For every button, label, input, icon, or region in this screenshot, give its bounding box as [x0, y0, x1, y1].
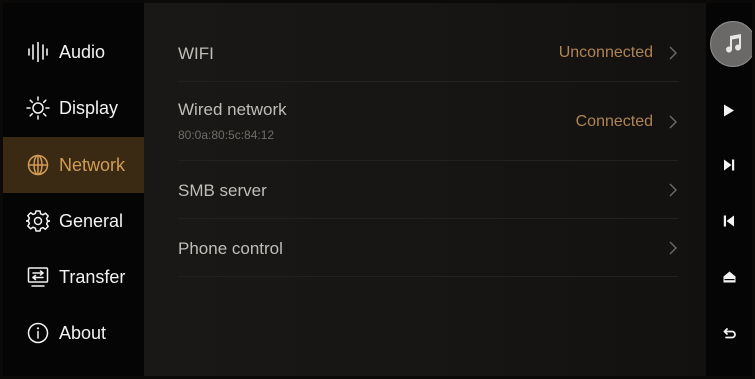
chevron-right-icon	[669, 46, 677, 60]
brightness-sun-icon	[26, 96, 50, 120]
wifi-row[interactable]: WIFI Unconnected	[178, 23, 678, 82]
sidebar-item-network[interactable]: Network	[3, 137, 144, 193]
play-button[interactable]	[706, 98, 752, 122]
info-icon	[26, 321, 50, 345]
row-label: Phone control	[178, 239, 283, 258]
home-button[interactable]	[706, 265, 752, 289]
row-label: SMB server	[178, 181, 267, 200]
mac-address: 80:0a:80:5c:84:12	[178, 128, 275, 142]
smb-server-row[interactable]: SMB server	[178, 161, 678, 219]
playback-control-bar	[706, 3, 752, 376]
home-icon	[723, 271, 735, 283]
previous-track-button[interactable]	[706, 209, 752, 233]
next-track-button[interactable]	[706, 153, 752, 177]
sidebar: Audio Display Network General Transfer A…	[3, 3, 144, 376]
play-icon	[724, 104, 734, 116]
chevron-right-icon	[669, 115, 677, 129]
chevron-right-icon	[669, 183, 677, 197]
row-label: WIFI	[178, 44, 214, 63]
row-label: Wired network	[178, 100, 287, 119]
sidebar-item-audio[interactable]: Audio	[3, 24, 144, 80]
wired-network-row[interactable]: Wired network 80:0a:80:5c:84:12 Connecte…	[178, 82, 678, 161]
sidebar-item-label: General	[59, 210, 124, 231]
sidebar-item-display[interactable]: Display	[3, 80, 144, 136]
settings-screen: Audio Display Network General Transfer A…	[3, 3, 752, 376]
wired-status: Connected	[575, 113, 653, 130]
sidebar-item-label: Audio	[59, 41, 106, 62]
audio-waveform-icon	[26, 40, 50, 64]
chevron-right-icon	[669, 241, 677, 255]
back-icon	[723, 328, 736, 339]
previous-track-icon	[723, 215, 734, 227]
sidebar-item-about[interactable]: About	[3, 305, 144, 361]
transfer-monitor-icon	[26, 265, 50, 289]
gear-icon	[26, 209, 50, 233]
sidebar-item-label: Transfer	[59, 266, 126, 287]
music-note-icon	[726, 34, 742, 53]
next-track-icon	[724, 159, 735, 171]
sidebar-item-general[interactable]: General	[3, 193, 144, 249]
sidebar-item-transfer[interactable]: Transfer	[3, 249, 144, 305]
now-playing-button[interactable]	[710, 21, 752, 67]
sidebar-item-label: Display	[59, 97, 119, 118]
wifi-status: Unconnected	[558, 44, 653, 61]
globe-icon	[26, 153, 50, 177]
phone-control-row[interactable]: Phone control	[178, 219, 678, 277]
back-button[interactable]	[706, 321, 752, 345]
sidebar-item-label: Network	[59, 154, 126, 175]
network-settings-panel: WIFI Unconnected Wired network 80:0a:80:…	[144, 3, 706, 376]
sidebar-item-label: About	[59, 322, 107, 343]
